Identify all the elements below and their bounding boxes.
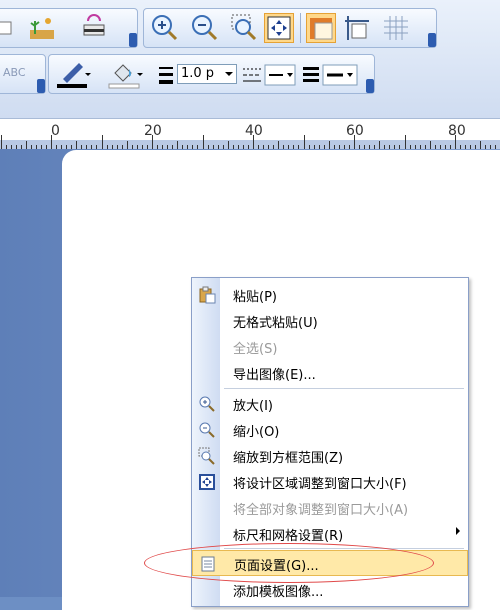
zoom-box-icon bbox=[198, 447, 216, 465]
line-width-icon[interactable] bbox=[157, 63, 177, 91]
menu-item-zoom-box[interactable]: 缩放到方框范围(Z) bbox=[192, 443, 468, 469]
menu-separator bbox=[224, 388, 464, 389]
ruler-label: 20 bbox=[144, 123, 162, 139]
ruler-tick bbox=[480, 141, 482, 149]
ruler-tick bbox=[177, 141, 179, 149]
abc-icon[interactable]: ABC bbox=[3, 66, 26, 79]
zoom-in-icon bbox=[198, 395, 216, 413]
menu-item-export-image[interactable]: 导出图像(E)... bbox=[192, 360, 468, 386]
line-width-value: 1.0 p bbox=[181, 66, 215, 81]
fill-color-icon[interactable] bbox=[107, 59, 143, 89]
ruler-tick bbox=[227, 141, 229, 149]
toolbar-line-style: 1.0 p bbox=[48, 54, 375, 94]
fit-window-icon bbox=[198, 473, 216, 491]
dash-style-icon[interactable] bbox=[241, 63, 297, 91]
paste-icon bbox=[198, 286, 216, 304]
menu-item-label: 将全部对象调整到窗口大小(A) bbox=[233, 503, 409, 518]
menu-item-label: 标尺和网格设置(R) bbox=[233, 529, 344, 544]
ruler-tick bbox=[404, 135, 406, 149]
fit-window-icon[interactable] bbox=[264, 13, 294, 43]
ruler-tick bbox=[303, 135, 305, 149]
menu-item-fit-design-area[interactable]: 将设计区域调整到窗口大小(F) bbox=[192, 469, 468, 495]
pen-color-icon[interactable] bbox=[55, 59, 91, 89]
chevron-down-icon bbox=[225, 72, 233, 76]
zoom-out-icon bbox=[198, 421, 216, 439]
menu-item-label: 缩放到方框范围(Z) bbox=[233, 451, 344, 466]
ruler-tick bbox=[379, 141, 381, 149]
paste-object-icon[interactable] bbox=[79, 13, 109, 43]
toolbar-grip[interactable] bbox=[428, 33, 436, 47]
menu-item-label: 无格式粘贴(U) bbox=[233, 316, 318, 331]
menu-item-label: 全选(S) bbox=[233, 342, 278, 357]
menu-item-fit-all-objects[interactable]: 将全部对象调整到窗口大小(A) bbox=[192, 495, 468, 521]
menu-item-label: 粘贴(P) bbox=[233, 290, 277, 305]
toolbar-text: ABC bbox=[0, 54, 46, 94]
menu-item-paste[interactable]: 粘贴(P) bbox=[192, 282, 468, 308]
grid-icon[interactable] bbox=[380, 13, 410, 43]
ruler-label: 0 bbox=[51, 123, 60, 139]
zoom-in-icon[interactable] bbox=[150, 13, 180, 43]
horizontal-ruler: 0 20 40 60 80 bbox=[0, 118, 500, 150]
ruler-tick bbox=[429, 141, 431, 149]
annotation-ellipse bbox=[144, 543, 434, 583]
ruler-label: 40 bbox=[245, 123, 263, 139]
toolbar-area: ABC 1.0 p bbox=[0, 0, 500, 118]
ruler-icon[interactable] bbox=[306, 13, 336, 43]
toolbar-grip[interactable] bbox=[366, 79, 374, 93]
ruler-label: 60 bbox=[346, 123, 364, 139]
ruler-tick bbox=[328, 141, 330, 149]
ruler-label: 80 bbox=[448, 123, 466, 139]
toolbar-grip[interactable] bbox=[37, 79, 45, 93]
menu-item-label: 导出图像(E)... bbox=[233, 368, 316, 383]
toolbar-grip[interactable] bbox=[129, 33, 137, 47]
page-icon[interactable] bbox=[342, 13, 372, 43]
menu-item-label: 将设计区域调整到窗口大小(F) bbox=[233, 477, 407, 492]
zoom-box-icon[interactable] bbox=[230, 13, 260, 43]
toolbar-separator bbox=[300, 13, 301, 43]
zoom-out-icon[interactable] bbox=[190, 13, 220, 43]
ruler-tick bbox=[202, 135, 204, 149]
ruler-tick bbox=[278, 141, 280, 149]
ruler-tick bbox=[76, 141, 78, 149]
toolbar-zoom bbox=[143, 8, 437, 48]
ruler-tick bbox=[101, 135, 103, 149]
menu-item-label: 放大(I) bbox=[233, 399, 273, 414]
menu-item-zoom-out[interactable]: 缩小(O) bbox=[192, 417, 468, 443]
menu-item-label: 添加模板图像... bbox=[233, 585, 324, 600]
ruler-tick bbox=[0, 135, 2, 149]
ruler-tick bbox=[25, 141, 27, 149]
toolbar-insert bbox=[0, 8, 138, 48]
line-style-icon[interactable] bbox=[301, 63, 361, 91]
ruler-tick bbox=[126, 141, 128, 149]
menu-item-label: 缩小(O) bbox=[233, 425, 280, 440]
menu-item-select-all[interactable]: 全选(S) bbox=[192, 334, 468, 360]
shape-icon[interactable] bbox=[0, 13, 29, 43]
image-icon[interactable] bbox=[27, 13, 57, 43]
menu-item-zoom-in[interactable]: 放大(I) bbox=[192, 391, 468, 417]
submenu-arrow-icon bbox=[456, 527, 460, 535]
line-width-select[interactable]: 1.0 p bbox=[177, 64, 237, 84]
menu-item-paste-unformatted[interactable]: 无格式粘贴(U) bbox=[192, 308, 468, 334]
